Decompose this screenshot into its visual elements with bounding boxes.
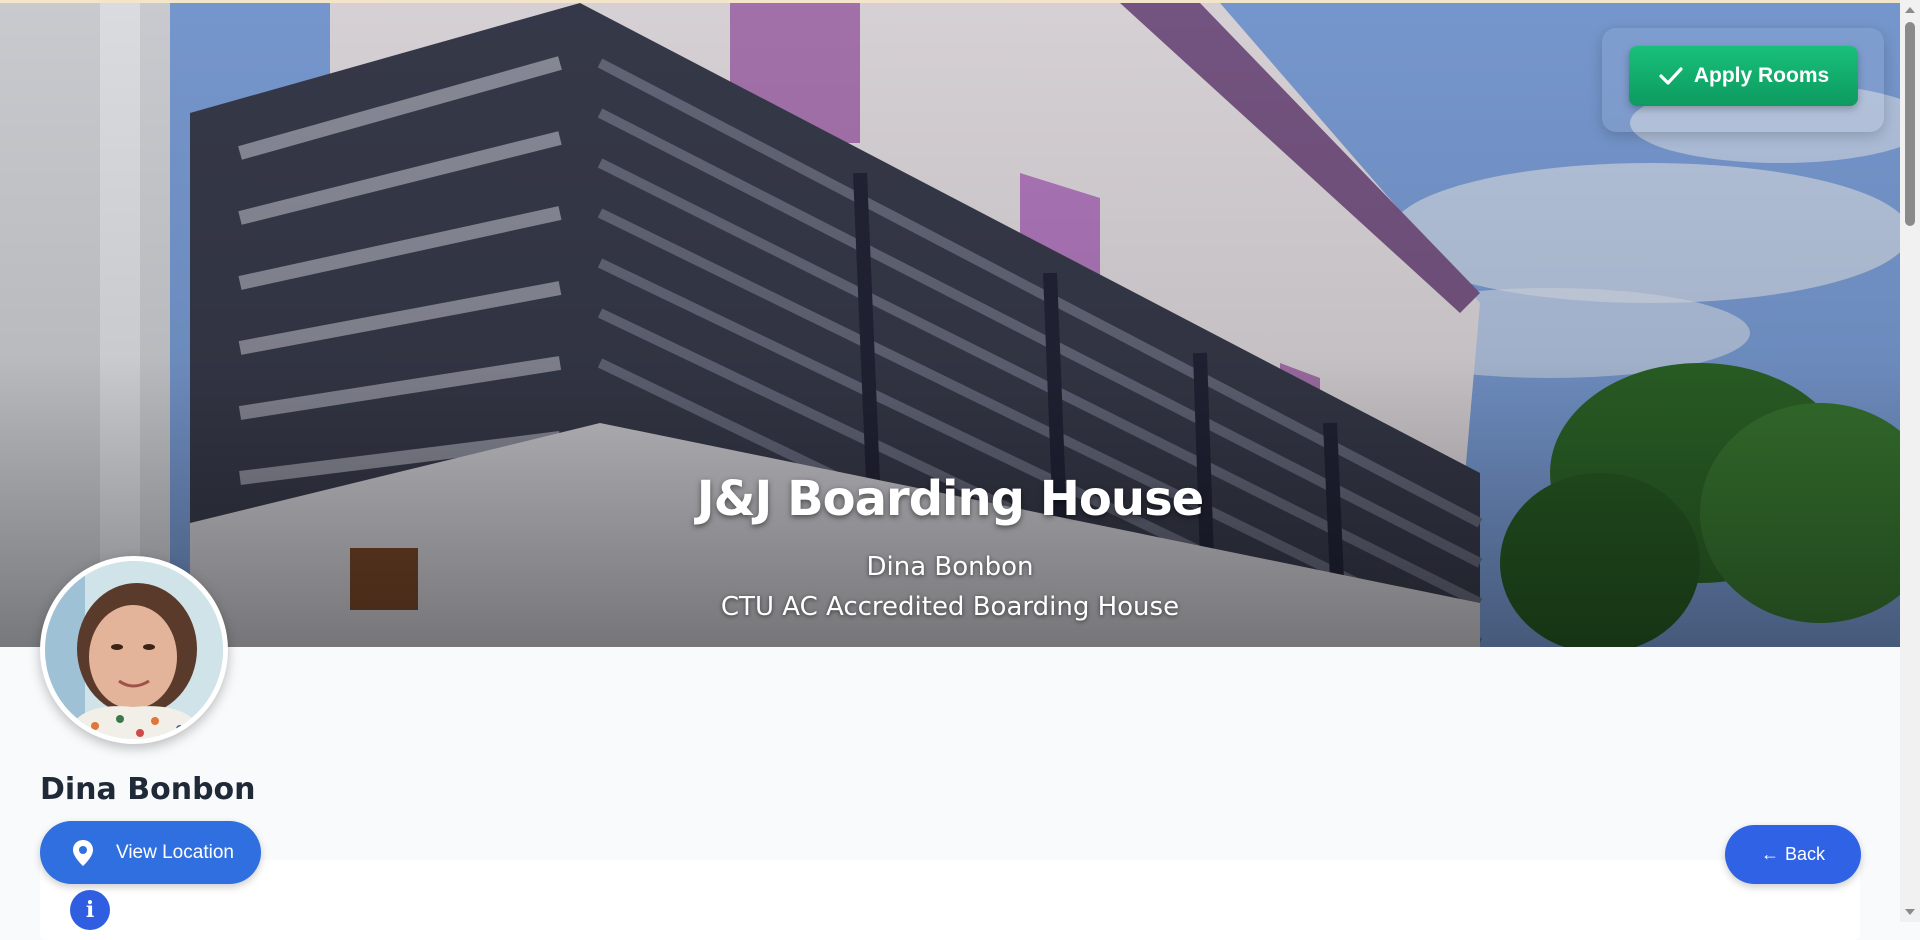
scroll-down-icon[interactable] [1905, 909, 1915, 915]
avatar-photo [45, 561, 223, 739]
page-title: J&J Boarding House [696, 471, 1204, 527]
view-location-label: View Location [116, 841, 234, 863]
scroll-up-icon[interactable] [1905, 7, 1915, 13]
owner-name: Dina Bonbon [40, 772, 256, 807]
vertical-scrollbar[interactable] [1900, 0, 1920, 922]
back-label: Back [1784, 844, 1826, 864]
view-location-button[interactable]: View Location [40, 821, 261, 884]
details-card [40, 860, 1860, 940]
arrow-left-icon: ← [1760, 844, 1779, 864]
back-button[interactable]: ← Back [1725, 825, 1861, 884]
scrollbar-thumb[interactable] [1905, 22, 1915, 226]
apply-rooms-label: Apply Rooms [1693, 64, 1830, 87]
avatar [40, 556, 228, 744]
info-glyph: i [85, 897, 95, 923]
check-icon [1659, 67, 1683, 85]
info-icon: i [70, 890, 110, 930]
location-pin-icon [73, 839, 93, 866]
hero-owner-name: Dina Bonbon [866, 552, 1034, 582]
apply-rooms-button[interactable]: Apply Rooms [1629, 46, 1858, 106]
hero-subtitle: CTU AC Accredited Boarding House [720, 592, 1180, 622]
